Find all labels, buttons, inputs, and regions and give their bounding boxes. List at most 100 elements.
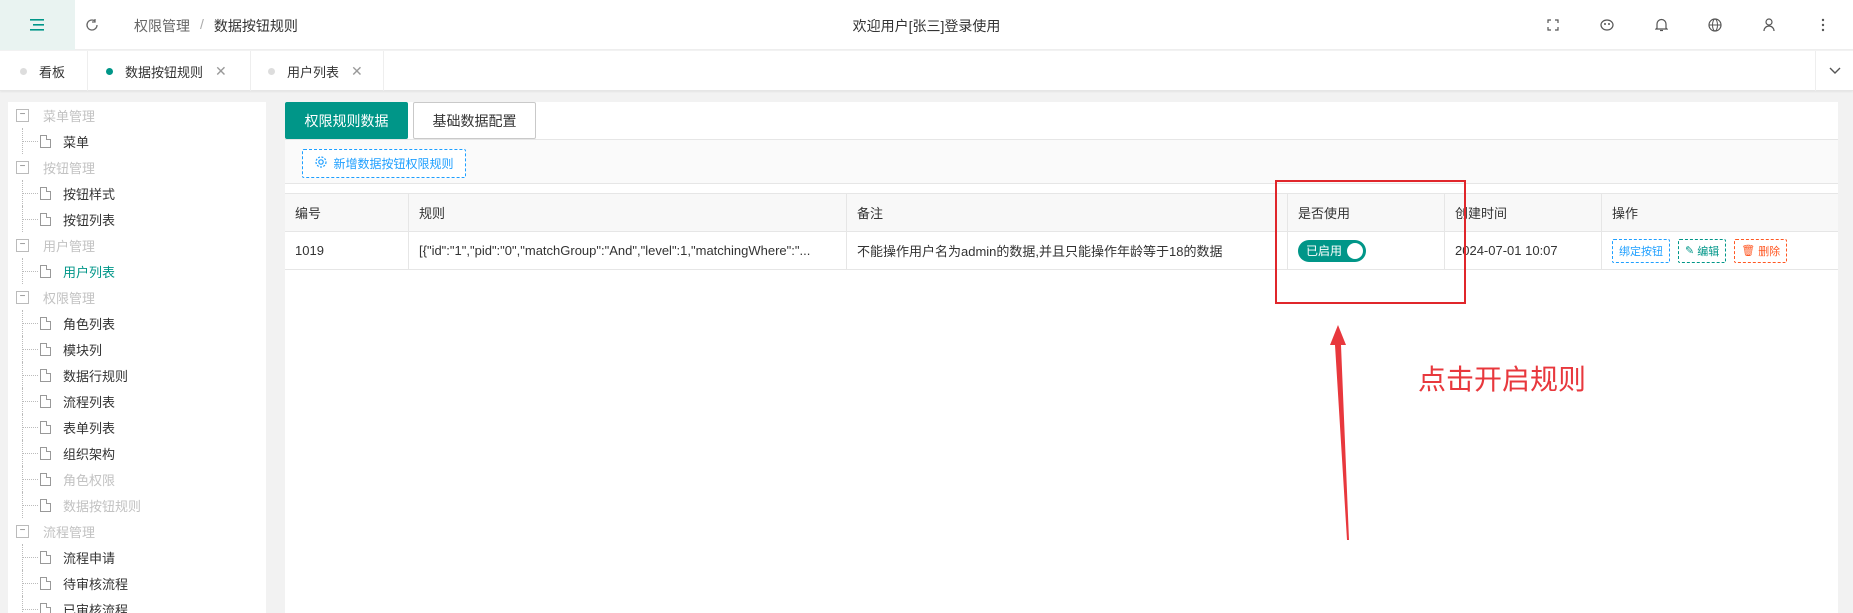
tree-item-flow-apply[interactable]: 流程申请 (8, 544, 266, 570)
tree-group-label: 权限管理 (43, 290, 96, 306)
tree-item-approved-flow[interactable]: 已审核流程 (8, 596, 266, 613)
rule-text: [{"id":"1","pid":"0","matchGroup":"And",… (419, 243, 811, 258)
bell-icon[interactable] (1651, 15, 1671, 35)
cell-id: 1019 (285, 232, 409, 269)
file-icon (40, 394, 51, 408)
tree-group-permission[interactable]: − 权限管理 (8, 284, 266, 310)
close-icon[interactable]: ✕ (351, 63, 363, 80)
collapse-icon[interactable]: − (16, 108, 29, 122)
tree-item-label: 组织架构 (63, 446, 116, 462)
user-icon[interactable] (1759, 15, 1779, 35)
collapse-icon[interactable]: − (16, 238, 29, 252)
tree-item-flow-list[interactable]: 流程列表 (8, 388, 266, 414)
file-icon (40, 602, 51, 613)
file-icon (40, 134, 51, 148)
cell-created: 2024-07-01 10:07 (1445, 232, 1602, 269)
annotation-arrow (1330, 325, 1349, 540)
tree-group-label: 菜单管理 (43, 108, 96, 124)
globe-icon[interactable] (1705, 15, 1725, 35)
tree-group-user[interactable]: − 用户管理 (8, 232, 266, 258)
sidebar-tree: − 菜单管理 菜单 − 按钮管理 按钮样式 按钮列表 − 用户管理 用户列表 − 权限管… (8, 102, 266, 613)
tree-item-label: 按钮样式 (63, 186, 116, 202)
tree-item-label: 模块列 (63, 342, 103, 358)
tree-item-label: 菜单 (63, 134, 90, 150)
tree-item-label: 流程列表 (63, 394, 116, 410)
tab-basic-data-config[interactable]: 基础数据配置 (413, 102, 536, 139)
breadcrumb-item[interactable]: 权限管理 (134, 16, 190, 36)
collapse-icon[interactable]: − (16, 290, 29, 304)
breadcrumb: 权限管理 / 数据按钮规则 (134, 16, 298, 36)
file-icon (40, 576, 51, 590)
file-icon (40, 446, 51, 460)
edit-button-label: 编辑 (1697, 245, 1720, 258)
tab-divider (250, 51, 251, 91)
tree-item-role-list[interactable]: 角色列表 (8, 310, 266, 336)
close-icon[interactable]: ✕ (215, 63, 227, 80)
delete-button[interactable]: 🗑 删除 (1734, 238, 1788, 263)
file-icon (40, 368, 51, 382)
theme-icon[interactable] (1597, 15, 1617, 35)
more-vertical-icon[interactable] (1813, 15, 1833, 35)
file-icon (40, 472, 51, 486)
tree-item-label: 待审核流程 (63, 576, 129, 592)
tab-status-dot (268, 67, 275, 75)
cell-actions: 绑定按钮 ✎ 编辑 🗑 删除 (1602, 232, 1838, 269)
refresh-icon[interactable] (82, 15, 102, 35)
edit-button[interactable]: ✎ 编辑 (1678, 238, 1727, 263)
tab-user-list[interactable]: 用户列表 ✕ (268, 51, 363, 91)
tree-item-menu[interactable]: 菜单 (8, 128, 266, 154)
tab-data-button-rules[interactable]: 数据按钮规则 ✕ (106, 51, 227, 91)
tree-item-button-list[interactable]: 按钮列表 (8, 206, 266, 232)
tree-item-label: 角色列表 (63, 316, 116, 332)
file-icon (40, 420, 51, 434)
collapse-icon[interactable]: − (16, 160, 29, 174)
tree-item-button-style[interactable]: 按钮样式 (8, 180, 266, 206)
add-rule-button[interactable]: 新增数据按钮权限规则 (302, 149, 466, 178)
tree-item-data-row-rules[interactable]: 数据行规则 (8, 362, 266, 388)
collapse-icon[interactable]: − (16, 524, 29, 538)
tree-item-label: 流程申请 (63, 550, 116, 566)
chevron-down-icon[interactable] (1815, 51, 1853, 91)
column-header-actions: 操作 (1612, 206, 1639, 221)
main-panel: 权限规则数据 基础数据配置 新增数据按钮权限规则 编号 规则 备注 是否使用 创… (285, 102, 1838, 613)
file-icon (40, 264, 51, 278)
file-icon (40, 342, 51, 356)
tab-divider (87, 51, 88, 91)
tree-item-label: 角色权限 (63, 472, 116, 488)
tab-label: 看板 (39, 64, 66, 80)
table-toolbar: 新增数据按钮权限规则 (285, 139, 1838, 184)
tab-status-dot (106, 67, 113, 75)
tree-item-pending-flow[interactable]: 待审核流程 (8, 570, 266, 596)
tree-item-data-button-rules[interactable]: 数据按钮规则 (8, 492, 266, 518)
menu-toggle-icon[interactable] (0, 0, 75, 50)
file-icon (40, 316, 51, 330)
column-header-id: 编号 (285, 194, 409, 231)
tab-dashboard[interactable]: 看板 (20, 51, 65, 91)
tab-permission-rule-data[interactable]: 权限规则数据 (285, 102, 408, 139)
file-icon (40, 550, 51, 564)
tree-group-button[interactable]: − 按钮管理 (8, 154, 266, 180)
tree-group-label: 按钮管理 (43, 160, 96, 176)
header-icon-bar (1543, 0, 1833, 50)
tree-item-role-permission[interactable]: 角色权限 (8, 466, 266, 492)
tab-label: 用户列表 (287, 64, 340, 80)
highlight-box (1275, 180, 1466, 304)
cell-rule: [{"id":"1","pid":"0","matchGroup":"And",… (409, 232, 847, 269)
column-header-rule: 规则 (409, 194, 847, 231)
bind-button[interactable]: 绑定按钮 (1612, 238, 1670, 263)
file-icon (40, 212, 51, 226)
add-rule-label: 新增数据按钮权限规则 (333, 157, 454, 171)
tree-item-org-structure[interactable]: 组织架构 (8, 440, 266, 466)
tree-item-label: 已审核流程 (63, 602, 129, 613)
gear-icon (314, 155, 328, 172)
tab-divider (383, 51, 384, 91)
tree-item-module-list[interactable]: 模块列 (8, 336, 266, 362)
table-row: 1019 [{"id":"1","pid":"0","matchGroup":"… (285, 232, 1838, 270)
tree-item-form-list[interactable]: 表单列表 (8, 414, 266, 440)
tree-group-label: 流程管理 (43, 524, 96, 540)
tree-group-flow[interactable]: − 流程管理 (8, 518, 266, 544)
tree-group-menu[interactable]: − 菜单管理 (8, 102, 266, 128)
fullscreen-icon[interactable] (1543, 15, 1563, 35)
tree-item-user-list[interactable]: 用户列表 (8, 258, 266, 284)
page-tabs: 看板 数据按钮规则 ✕ 用户列表 ✕ (0, 51, 1853, 91)
